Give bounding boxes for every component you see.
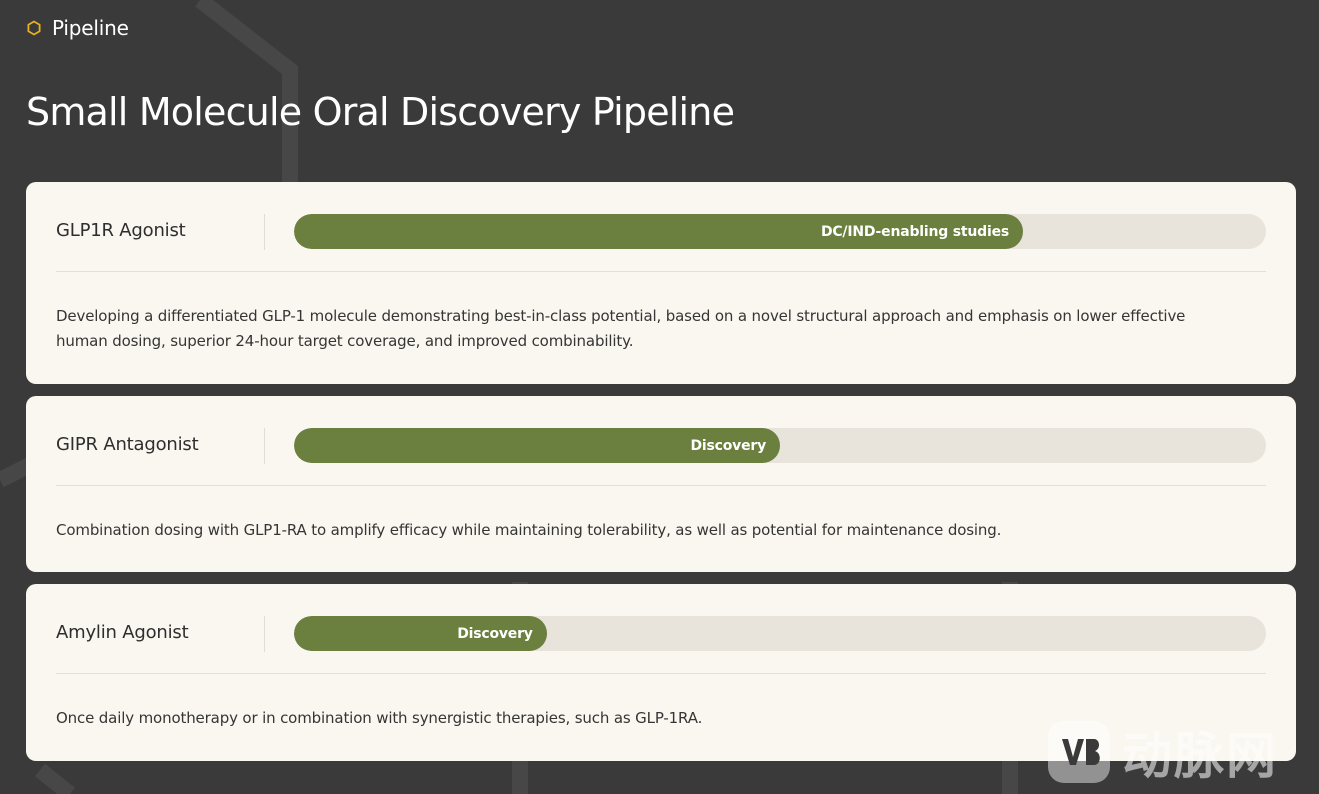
watermark: 动脉网 bbox=[1046, 718, 1312, 786]
card-divider bbox=[56, 271, 1266, 272]
pipeline-card-glp1r: GLP1R Agonist DC/IND-enabling studies De… bbox=[26, 182, 1296, 384]
section-eyebrow: Pipeline bbox=[26, 16, 129, 40]
progress-fill: DC/IND-enabling studies bbox=[294, 214, 1023, 249]
eyebrow-label: Pipeline bbox=[52, 16, 129, 40]
progress-track: DC/IND-enabling studies bbox=[294, 214, 1266, 249]
card-divider bbox=[56, 673, 1266, 674]
program-name: Amylin Agonist bbox=[56, 622, 189, 643]
vb-logo-icon bbox=[1048, 721, 1110, 783]
program-name: GLP1R Agonist bbox=[56, 220, 186, 241]
progress-track: Discovery bbox=[294, 428, 1266, 463]
column-divider bbox=[264, 428, 265, 464]
stage-label: DC/IND-enabling studies bbox=[820, 223, 1009, 240]
program-name: GIPR Antagonist bbox=[56, 434, 199, 455]
column-divider bbox=[264, 616, 265, 652]
page-title: Small Molecule Oral Discovery Pipeline bbox=[26, 90, 735, 134]
pipeline-card-gipr: GIPR Antagonist Discovery Combination do… bbox=[26, 396, 1296, 572]
stage-label: Discovery bbox=[457, 625, 533, 642]
column-divider bbox=[264, 214, 265, 250]
progress-fill: Discovery bbox=[294, 616, 547, 651]
program-description: Combination dosing with GLP1-RA to ampli… bbox=[56, 521, 1002, 539]
card-divider bbox=[56, 485, 1266, 486]
hexagon-outline-icon bbox=[27, 20, 41, 36]
watermark-text: 动脉网 bbox=[1122, 727, 1278, 785]
stage-label: Discovery bbox=[690, 437, 766, 454]
program-description: Developing a differentiated GLP-1 molecu… bbox=[56, 307, 1186, 350]
progress-fill: Discovery bbox=[294, 428, 780, 463]
progress-track: Discovery bbox=[294, 616, 1266, 651]
